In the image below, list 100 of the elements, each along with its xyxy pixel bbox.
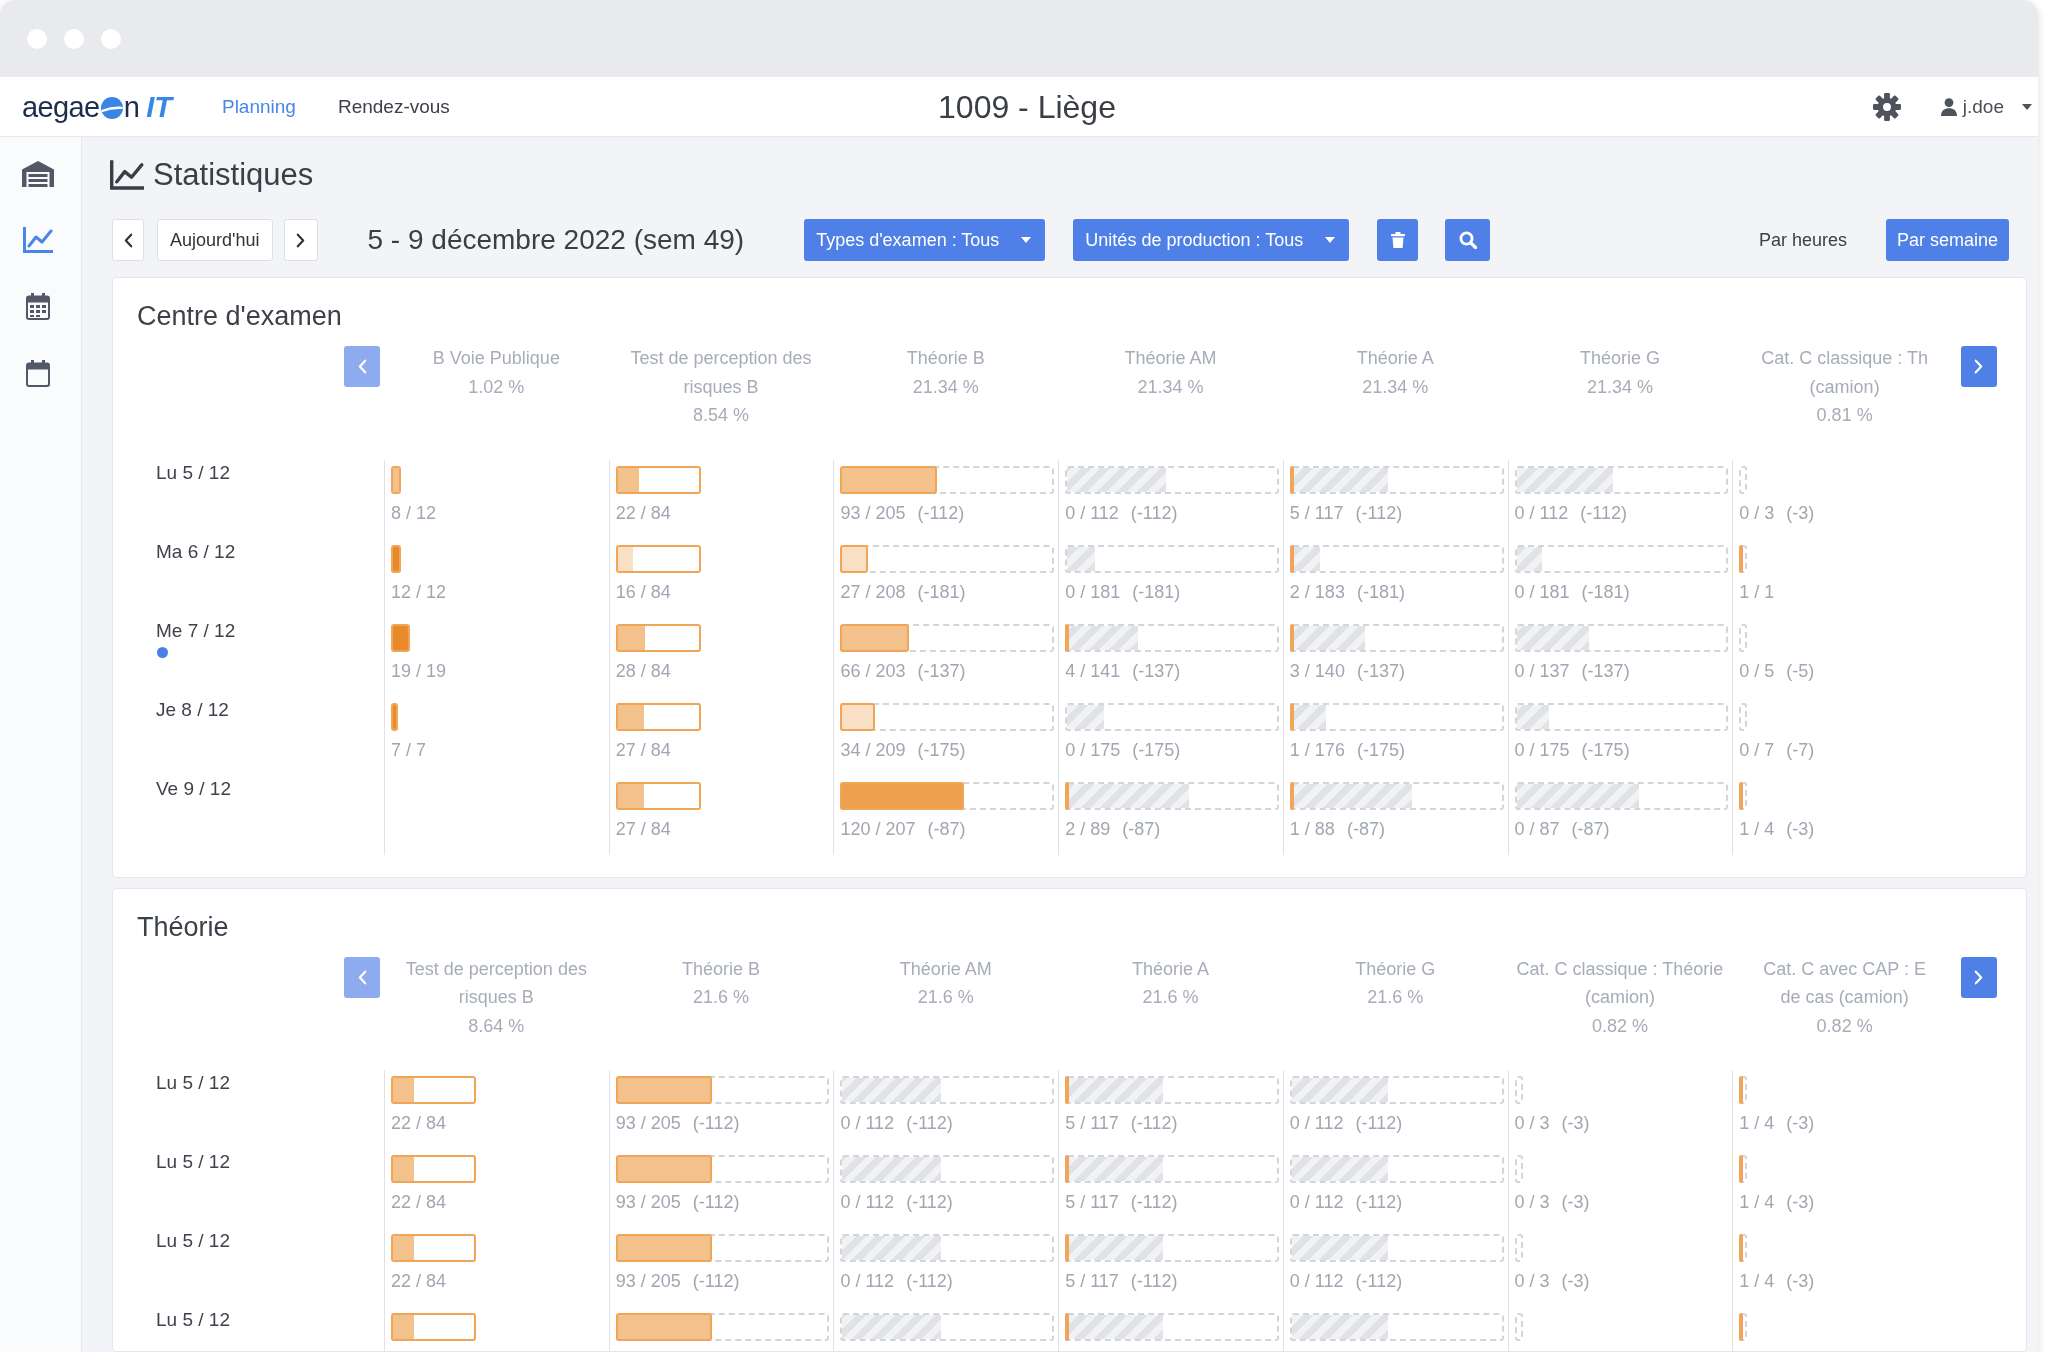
count-label: 1 / 4 <box>1739 1270 1775 1292</box>
deficit-label: (-112) <box>1130 501 1178 524</box>
column-title: Théorie AM <box>899 957 992 981</box>
count-label: 93 / 205 <box>615 1191 681 1213</box>
count-label: 120 / 207 <box>840 817 916 840</box>
column-title: Théorie A <box>1131 957 1209 981</box>
count-label: 0 / 112 <box>1514 501 1569 524</box>
production-unit-dropdown[interactable]: Unités de production : Tous <box>1073 219 1350 261</box>
delete-button[interactable] <box>1377 219 1419 261</box>
count-label: 5 / 117 <box>1065 1112 1119 1134</box>
line-chart-icon[interactable] <box>22 227 53 253</box>
count-label: 8 / 12 <box>391 501 437 524</box>
chevron-right-icon <box>296 232 305 248</box>
column-title: Test de perception des risques B <box>405 957 587 1009</box>
column-title: Théorie A <box>1356 347 1434 370</box>
count-label: 7 / 7 <box>391 738 427 761</box>
column-percentage: 21.6 % <box>693 986 750 1009</box>
column-title: Théorie AM <box>1124 347 1217 370</box>
deficit-label: (-112) <box>1130 1191 1178 1213</box>
chevron-left-icon <box>123 232 133 248</box>
chevron-right-icon <box>1974 969 1984 985</box>
column-percentage: 21.34 % <box>1137 375 1204 399</box>
deficit-label: (-3) <box>1561 1112 1590 1134</box>
caret-icon <box>1325 237 1336 243</box>
count-label: 0 / 112 <box>840 1112 895 1134</box>
column-percentage: 0.81 % <box>1816 404 1873 427</box>
user-menu-button[interactable]: j.doe <box>1940 95 2032 118</box>
calendar-icon[interactable] <box>25 360 50 387</box>
column-title: Théorie G <box>1579 347 1660 370</box>
day-label: Je 8 / 12 <box>156 697 229 722</box>
column-percentage: 1.02 % <box>468 375 525 399</box>
chevron-left-icon <box>357 359 367 374</box>
search-button[interactable] <box>1445 219 1491 261</box>
column-percentage: 8.64 % <box>468 1014 525 1038</box>
next-week-button[interactable] <box>283 219 318 261</box>
deficit-label: (-175) <box>917 738 966 761</box>
deficit-label: (-112) <box>692 1191 740 1213</box>
today-button[interactable]: Aujourd'hui <box>157 219 273 261</box>
deficit-label: (-181) <box>1132 580 1181 603</box>
count-label: 12 / 12 <box>391 580 447 603</box>
count-label: 28 / 84 <box>615 659 671 682</box>
view-toggle-button[interactable]: Par heures <box>1747 219 1858 261</box>
deficit-label: (-112) <box>1130 1270 1178 1292</box>
deficit-label: (-181) <box>1581 580 1630 603</box>
column-title: Cat. C avec CAP : E de cas (camion) <box>1763 957 1926 1009</box>
column-title: Théorie G <box>1355 957 1436 981</box>
column-percentage: 21.6 % <box>917 986 974 1009</box>
progress-track <box>1739 465 1748 494</box>
exam-type-dropdown[interactable]: Types d'examen : Tous <box>804 219 1046 261</box>
deficit-label: (-112) <box>692 1270 740 1292</box>
count-label: 27 / 84 <box>615 738 671 761</box>
progress-track <box>1514 1076 1523 1104</box>
count-label: 0 / 112 <box>1289 1270 1344 1292</box>
count-label: 0 / 87 <box>1514 817 1560 840</box>
count-label: 22 / 84 <box>391 1270 447 1292</box>
settings-icon[interactable] <box>1872 92 1901 121</box>
date-range-title: 5 - 9 décembre 2022 (sem 49) <box>367 223 745 257</box>
progress-track <box>1514 1313 1523 1341</box>
count-label: 0 / 112 <box>840 1191 895 1213</box>
view-toggle-button[interactable]: Par semaine <box>1885 219 2009 261</box>
column-percentage: 8.54 % <box>693 404 750 427</box>
scroll-right-button[interactable] <box>1961 346 1997 387</box>
day-label: Me 7 / 12 <box>156 618 236 643</box>
count-label: 22 / 84 <box>615 501 671 524</box>
count-label: 0 / 5 <box>1739 659 1775 682</box>
count-label: 19 / 19 <box>391 659 447 682</box>
count-label: 1 / 4 <box>1739 1112 1775 1134</box>
deficit-label: (-112) <box>1355 501 1403 524</box>
day-label: Lu 5 / 12 <box>156 1308 230 1332</box>
deficit-label: (-87) <box>927 817 966 840</box>
deficit-label: (-112) <box>1355 1270 1403 1292</box>
deficit-label: (-87) <box>1122 817 1161 840</box>
count-label: 34 / 209 <box>840 738 906 761</box>
deficit-label: (-137) <box>1356 659 1405 682</box>
count-label: 0 / 175 <box>1514 738 1570 761</box>
count-label: 93 / 205 <box>615 1270 681 1292</box>
chevron-left-icon <box>357 969 367 985</box>
deficit-label: (-112) <box>1355 1112 1403 1134</box>
logo-text: IT <box>146 89 172 124</box>
deficit-label: (-112) <box>906 1270 953 1292</box>
count-label: 0 / 137 <box>1514 659 1570 682</box>
column-title: Cat. C classique : Th (camion) <box>1761 347 1928 399</box>
nav-link[interactable]: Planning <box>221 94 296 119</box>
deficit-label: (-137) <box>1132 659 1181 682</box>
deficit-label: (-5) <box>1786 659 1815 682</box>
section-title: Centre d'examen <box>137 300 342 333</box>
progress-track <box>1514 1234 1523 1262</box>
caret-icon <box>2022 103 2032 110</box>
scroll-right-button[interactable] <box>1961 956 1997 998</box>
page-title: Statistiques <box>153 156 314 194</box>
count-label: 22 / 84 <box>391 1191 447 1213</box>
count-label: 3 / 140 <box>1289 659 1345 682</box>
warehouse-icon[interactable] <box>21 161 54 187</box>
calendar-grid-icon[interactable] <box>25 293 50 320</box>
caret-icon <box>1021 237 1032 243</box>
previous-week-button[interactable] <box>112 219 144 261</box>
nav-link[interactable]: Rendez-vous <box>337 94 450 119</box>
count-label: 1 / 1 <box>1739 580 1775 603</box>
count-label: 5 / 117 <box>1289 501 1344 524</box>
count-label: 0 / 112 <box>1289 1191 1344 1213</box>
